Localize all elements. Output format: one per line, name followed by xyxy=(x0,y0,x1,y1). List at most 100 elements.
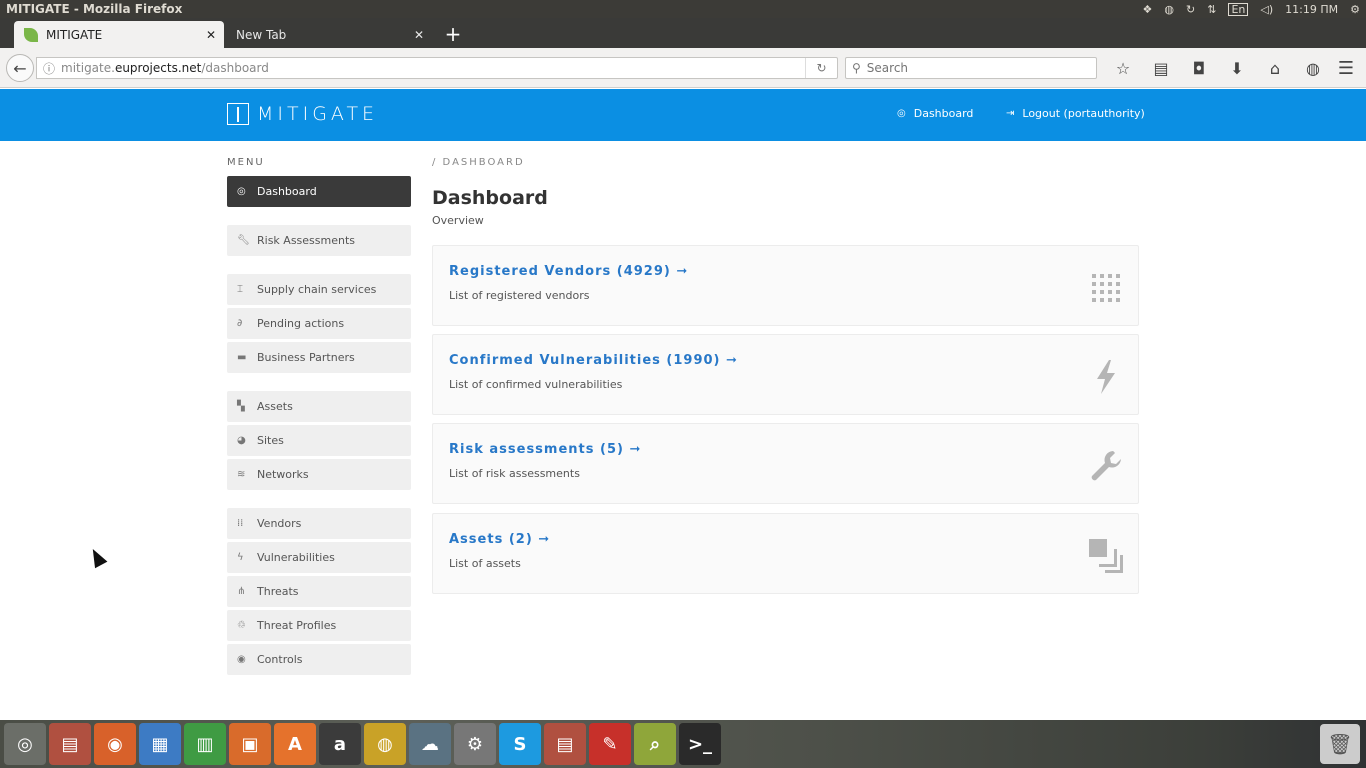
writer-icon[interactable]: ▦ xyxy=(139,723,181,765)
dropbox-icon[interactable]: ❖ xyxy=(1143,3,1153,16)
close-icon[interactable]: ✕ xyxy=(414,28,424,42)
info-icon[interactable]: ⓘ xyxy=(37,60,61,77)
download-icon[interactable]: ⬇ xyxy=(1218,56,1256,80)
sidebar-item-sites[interactable]: ◕ Sites xyxy=(227,425,411,456)
reading-list-icon[interactable]: ▤ xyxy=(1142,56,1180,80)
paperclip-icon: ∂ xyxy=(237,318,243,329)
sidebar-item-label: Supply chain services xyxy=(257,283,377,296)
header-link-label: Logout (portauthority) xyxy=(1022,107,1145,120)
firefox-icon[interactable]: ◉ xyxy=(94,723,136,765)
calc-icon[interactable]: ▥ xyxy=(184,723,226,765)
volume-icon[interactable]: ◁) xyxy=(1260,3,1273,16)
trash-icon[interactable]: 🗑︎ xyxy=(1320,724,1360,764)
app-header: MITIGATE ◎ Dashboard ⇥ Logout (portautho… xyxy=(0,89,1366,141)
os-top-panel: MITIGATE - Mozilla Firefox ❖ ◍ ↻ ⇅ En ◁)… xyxy=(0,0,1366,18)
globe-icon: ◕ xyxy=(237,435,246,446)
search-input[interactable] xyxy=(866,61,1067,75)
home-icon[interactable]: ⌂ xyxy=(1256,56,1294,80)
window-title: MITIGATE - Mozilla Firefox xyxy=(6,2,183,16)
url-domain: euprojects.net xyxy=(114,61,202,75)
gear-icon[interactable]: ⚙ xyxy=(1350,3,1360,16)
tab-label: New Tab xyxy=(236,27,287,42)
brand-logo[interactable]: MITIGATE xyxy=(227,103,378,125)
cloud-icon[interactable]: ☁ xyxy=(409,723,451,765)
navigation-toolbar: ← ⓘ mitigate. euprojects.net/dashboard ↻ … xyxy=(0,48,1366,88)
tab-new-tab[interactable]: New Tab ✕ xyxy=(226,21,432,48)
header-dashboard-link[interactable]: ◎ Dashboard xyxy=(897,107,973,120)
sidebar-item-business-partners[interactable]: ▬ Business Partners xyxy=(227,342,411,373)
card-title-link[interactable]: Confirmed Vulnerabilities (1990) ➞ xyxy=(449,353,738,368)
network-icon[interactable]: ⇅ xyxy=(1207,3,1216,16)
software-center-icon[interactable]: A xyxy=(274,723,316,765)
impress-icon[interactable]: ▣ xyxy=(229,723,271,765)
card-title-link[interactable]: Risk assessments (5) ➞ xyxy=(449,442,641,457)
back-button[interactable]: ← xyxy=(6,54,34,82)
chrome-tray-icon[interactable]: ◍ xyxy=(1164,3,1174,16)
sidebar-item-threats[interactable]: ⋔ Threats xyxy=(227,576,411,607)
sidebar-item-threat-profiles[interactable]: ♲ Threat Profiles xyxy=(227,610,411,641)
reload-icon[interactable]: ↻ xyxy=(805,58,837,78)
search-icon: ⚲ xyxy=(852,61,861,75)
url-bar[interactable]: ⓘ mitigate. euprojects.net/dashboard ↻ xyxy=(36,57,838,79)
skype-icon[interactable]: S xyxy=(499,723,541,765)
brand-name: MITIGATE xyxy=(257,103,379,125)
sidebar-item-vendors[interactable]: ⁞⁞ Vendors xyxy=(227,508,411,539)
archive-icon[interactable]: ▤ xyxy=(544,723,586,765)
card-registered-vendors: Registered Vendors (4929) ➞ List of regi… xyxy=(432,245,1139,326)
card-description: List of registered vendors xyxy=(449,289,590,302)
sidebar-item-label: Vendors xyxy=(257,517,302,530)
sync-icon[interactable]: ↻ xyxy=(1186,3,1195,16)
sidebar-item-networks[interactable]: ≋ Networks xyxy=(227,459,411,490)
logout-link[interactable]: ⇥ Logout (portauthority) xyxy=(1006,107,1145,120)
tab-mitigate[interactable]: MITIGATE ✕ xyxy=(14,21,224,48)
clock[interactable]: 11:19 ПМ xyxy=(1285,3,1338,16)
pocket-icon[interactable]: ◘ xyxy=(1180,56,1218,80)
card-assets: Assets (2) ➞ List of assets xyxy=(432,513,1139,594)
card-title-link[interactable]: Assets (2) ➞ xyxy=(449,532,550,547)
keyboard-layout-indicator[interactable]: En xyxy=(1228,2,1249,16)
pdf-icon[interactable]: ✎ xyxy=(589,723,631,765)
card-description: List of assets xyxy=(449,557,521,570)
launcher-bar: ◎ ▤ ◉ ▦ ▥ ▣ Aa ◍ ☁ ⚙ S ▤ ✎ ⌕ >_ 🗑︎ xyxy=(0,720,1366,768)
image-viewer-icon[interactable]: ⌕ xyxy=(634,723,676,765)
menu-icon[interactable]: ☰ xyxy=(1334,56,1358,80)
terminal-icon[interactable]: >_ xyxy=(679,723,721,765)
new-tab-button[interactable]: + xyxy=(444,21,462,47)
card-risk-assessments: Risk assessments (5) ➞ List of risk asse… xyxy=(432,423,1139,504)
sidebar-item-label: Threat Profiles xyxy=(257,619,337,632)
sidebar-item-label: Pending actions xyxy=(257,317,345,330)
sidebar-item-label: Networks xyxy=(257,468,309,481)
sidebar-item-vulnerabilities[interactable]: ϟ Vulnerabilities xyxy=(227,542,411,573)
grid-icon: ⁞⁞ xyxy=(237,518,244,529)
briefcase-icon: ▬ xyxy=(237,352,247,363)
chrome-icon[interactable]: ◍ xyxy=(364,723,406,765)
amazon-icon[interactable]: a xyxy=(319,723,361,765)
sidebar-item-dashboard[interactable]: ◎ Dashboard xyxy=(227,176,411,207)
settings-icon[interactable]: ⚙ xyxy=(454,723,496,765)
eye-icon: ◉ xyxy=(237,654,246,665)
sidebar-item-pending-actions[interactable]: ∂ Pending actions xyxy=(227,308,411,339)
wifi-icon: ≋ xyxy=(237,469,246,480)
star-icon[interactable]: ☆ xyxy=(1104,56,1142,80)
globe-icon[interactable]: ◍ xyxy=(1294,56,1332,80)
card-title-link[interactable]: Registered Vendors (4929) ➞ xyxy=(449,264,688,279)
arrow-left-icon: ← xyxy=(13,58,27,78)
sidebar-item-label: Controls xyxy=(257,653,303,666)
sidebar-item-label: Business Partners xyxy=(257,351,355,364)
search-bar[interactable]: ⚲ xyxy=(845,57,1097,79)
sidebar-item-label: Threats xyxy=(257,585,299,598)
ubuntu-dash-icon[interactable]: ◎ xyxy=(4,723,46,765)
assets-icon: ▚ xyxy=(237,401,245,412)
sidebar-item-risk-assessments[interactable]: 🔧︎ Risk Assessments xyxy=(227,225,411,256)
spring-leaf-icon xyxy=(24,27,38,42)
sidebar-item-controls[interactable]: ◉ Controls xyxy=(227,644,411,675)
url-prefix: mitigate. xyxy=(61,61,115,75)
system-tray: ❖ ◍ ↻ ⇅ En ◁) 11:19 ПМ ⚙ xyxy=(1143,2,1360,16)
tab-label: MITIGATE xyxy=(46,27,103,42)
dashboard-icon: ◎ xyxy=(897,108,906,119)
sidebar-item-assets[interactable]: ▚ Assets xyxy=(227,391,411,422)
supply-chain-icon: ⌶ xyxy=(237,284,243,295)
files-icon[interactable]: ▤ xyxy=(49,723,91,765)
sidebar-item-supply-chain-services[interactable]: ⌶ Supply chain services xyxy=(227,274,411,305)
close-icon[interactable]: ✕ xyxy=(206,28,216,42)
